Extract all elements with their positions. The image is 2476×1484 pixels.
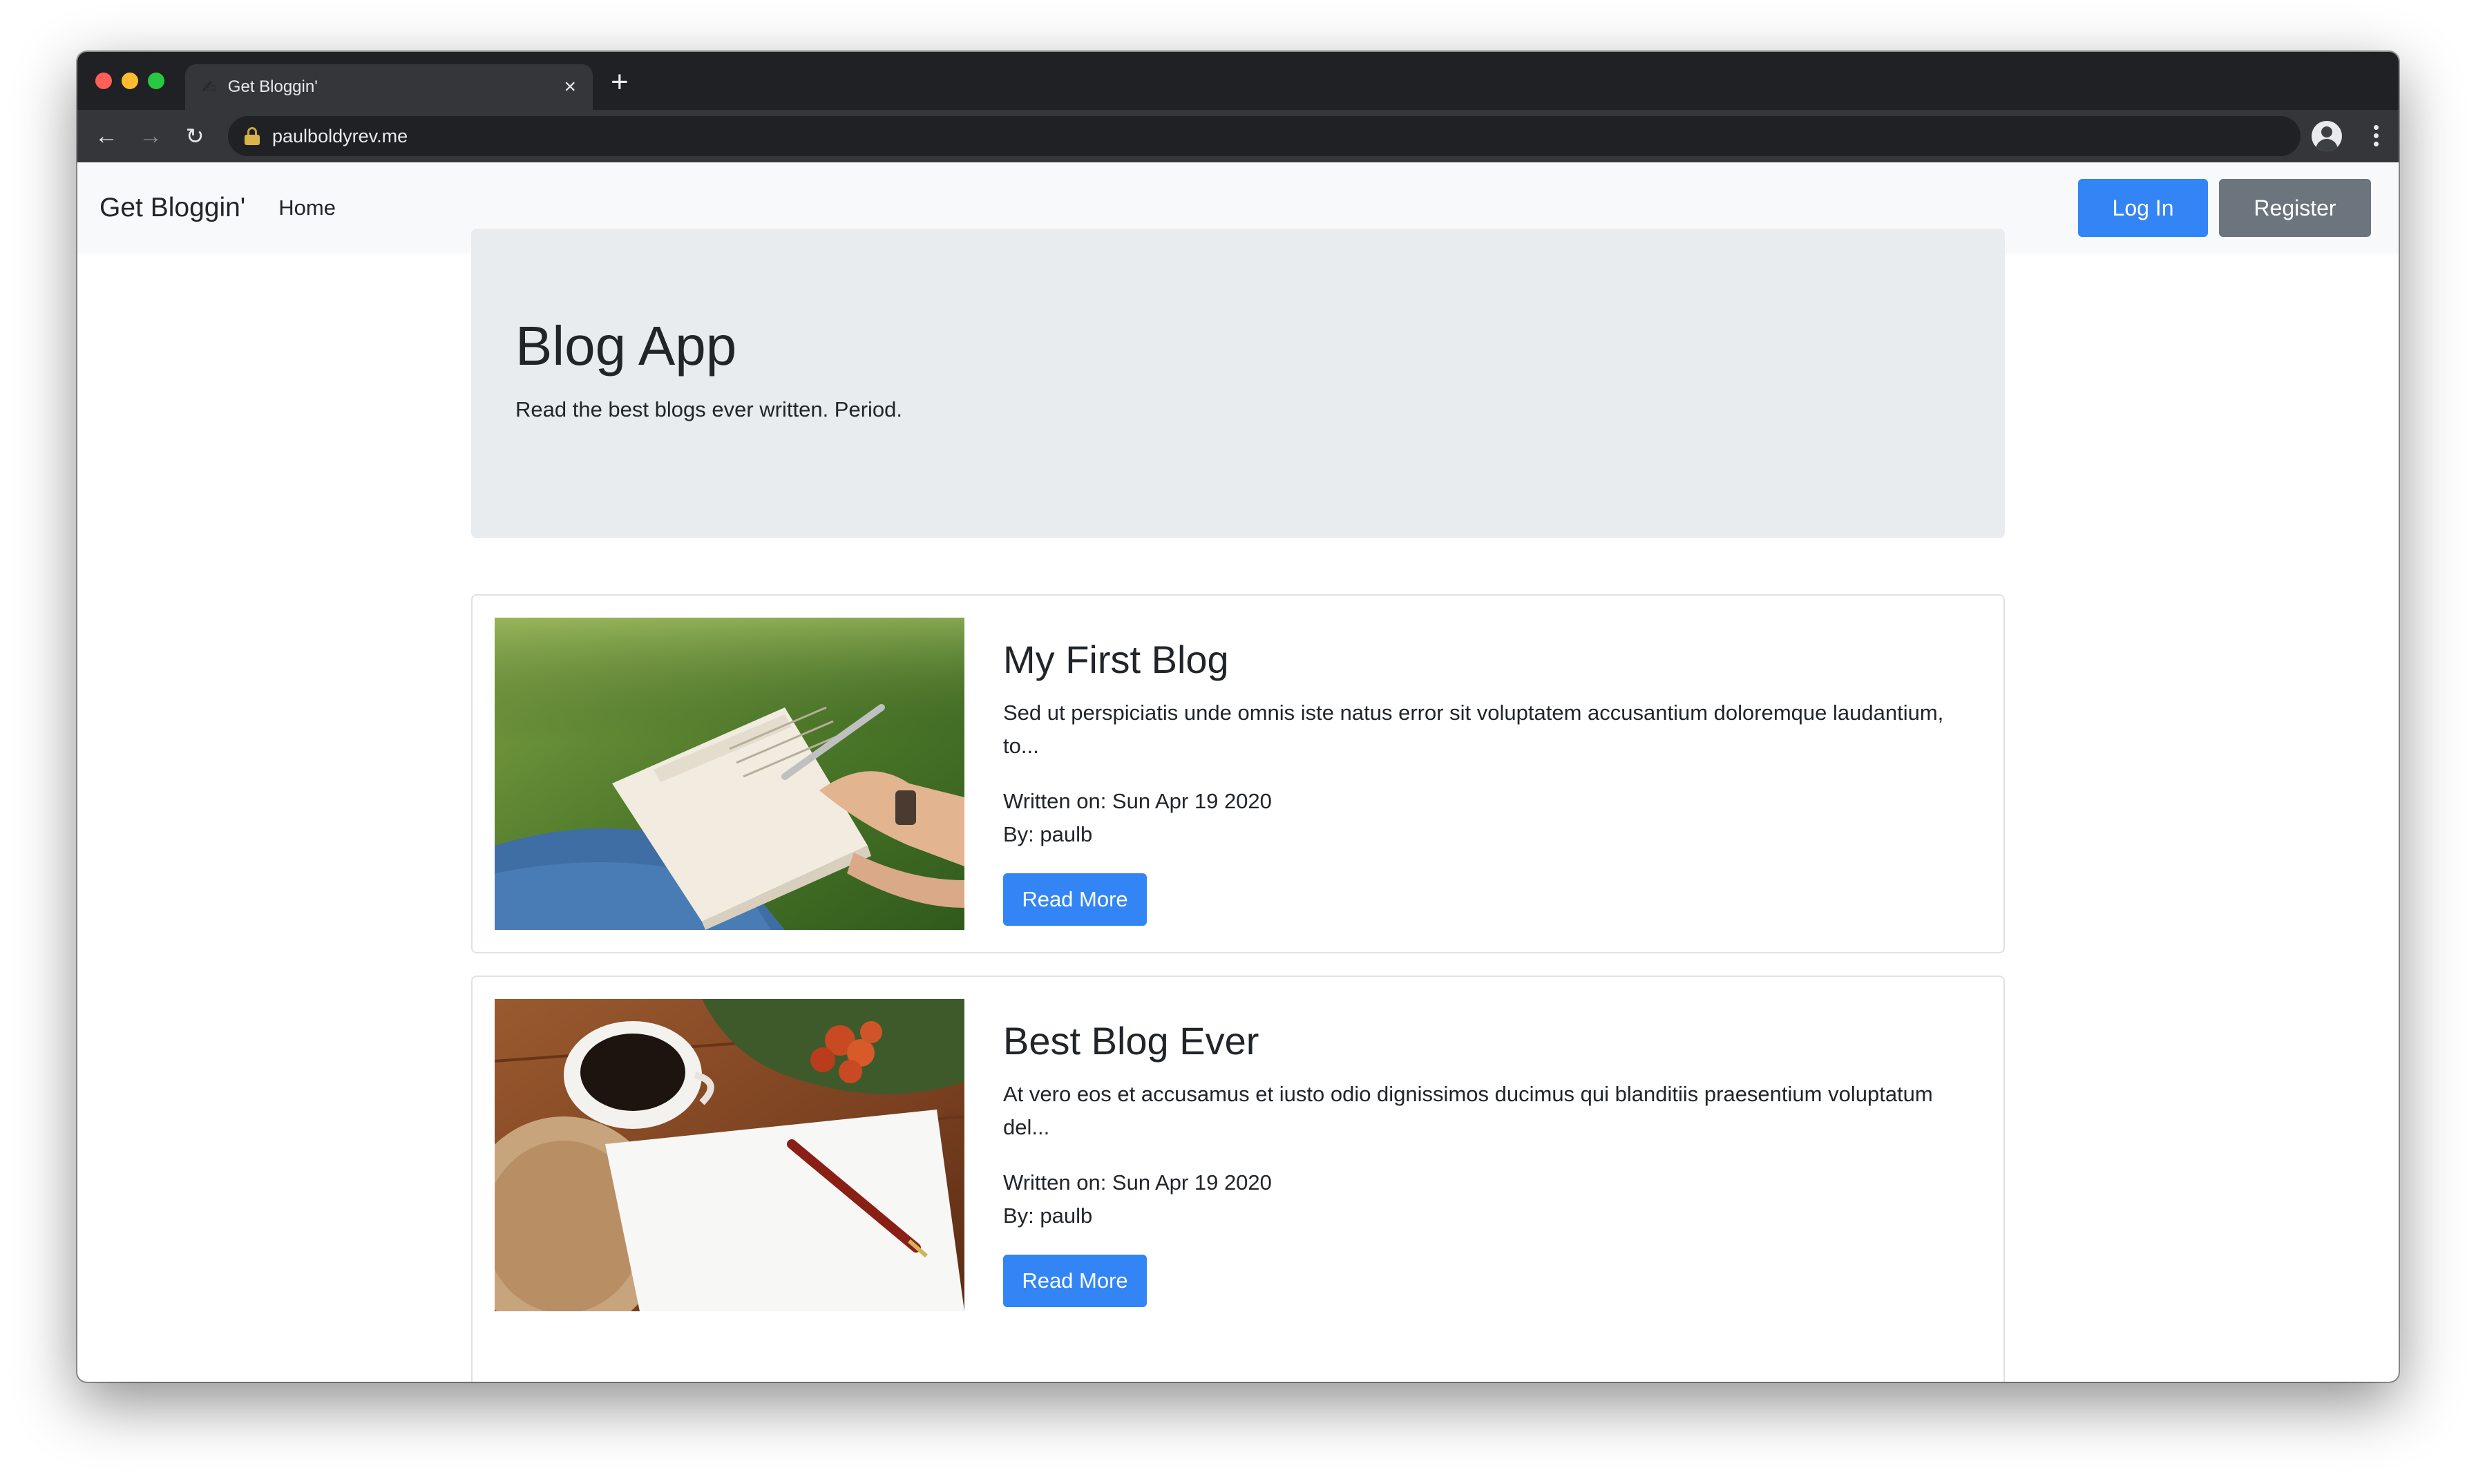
blog-card-body: My First Blog Sed ut perspiciatis unde o… bbox=[1003, 638, 1970, 926]
blog-title[interactable]: My First Blog bbox=[1003, 638, 1970, 681]
lock-icon[interactable] bbox=[245, 127, 260, 145]
blog-date: Written on: Sun Apr 19 2020 bbox=[1003, 788, 1272, 813]
minimize-window-button[interactable] bbox=[122, 73, 138, 89]
blog-thumbnail-notebook bbox=[495, 618, 964, 930]
writing-hand-icon: ✍ bbox=[202, 77, 217, 97]
nav-link-home[interactable]: Home bbox=[278, 196, 336, 220]
browser-toolbar: ← → ↻ paulboldyrev.me bbox=[77, 110, 2399, 162]
jumbotron: Blog App Read the best blogs ever writte… bbox=[471, 229, 2005, 538]
tab-title: Get Bloggin' bbox=[227, 77, 318, 96]
close-window-button[interactable] bbox=[95, 73, 112, 89]
blog-author: By: paulb bbox=[1003, 1203, 1093, 1228]
blog-card: My First Blog Sed ut perspiciatis unde o… bbox=[471, 594, 2005, 953]
kebab-menu-icon[interactable] bbox=[2374, 125, 2379, 150]
navbar-brand[interactable]: Get Bloggin' bbox=[99, 193, 245, 223]
blog-date: Written on: Sun Apr 19 2020 bbox=[1003, 1170, 1272, 1195]
reload-icon[interactable]: ↻ bbox=[180, 121, 210, 151]
blog-title[interactable]: Best Blog Ever bbox=[1003, 1020, 1970, 1063]
browser-tab[interactable]: ✍ Get Bloggin' × bbox=[185, 64, 593, 110]
read-more-button[interactable]: Read More bbox=[1003, 873, 1147, 926]
forward-arrow-icon[interactable]: → bbox=[135, 121, 166, 151]
maximize-window-button[interactable] bbox=[148, 73, 164, 89]
blog-thumbnail-coffee bbox=[495, 999, 964, 1311]
read-more-button[interactable]: Read More bbox=[1003, 1254, 1147, 1307]
blog-card: Best Blog Ever At vero eos et accusamus … bbox=[471, 976, 2005, 1382]
blog-card-body: Best Blog Ever At vero eos et accusamus … bbox=[1003, 1020, 1970, 1307]
browser-chrome: ✍ Get Bloggin' × + ← → ↻ paulboldyrev.me bbox=[77, 52, 2399, 162]
register-button[interactable]: Register bbox=[2219, 179, 2371, 237]
back-arrow-icon[interactable]: ← bbox=[91, 121, 122, 151]
blog-excerpt: Sed ut perspiciatis unde omnis iste natu… bbox=[1003, 700, 1944, 758]
close-icon[interactable]: × bbox=[564, 75, 576, 99]
page-lead: Read the best blogs ever written. Period… bbox=[515, 397, 903, 421]
browser-window: ✍ Get Bloggin' × + ← → ↻ paulboldyrev.me bbox=[77, 52, 2399, 1382]
profile-avatar-icon[interactable] bbox=[2312, 121, 2342, 151]
login-button[interactable]: Log In bbox=[2078, 179, 2208, 237]
blog-author: By: paulb bbox=[1003, 821, 1093, 846]
page-title: Blog App bbox=[515, 315, 737, 377]
address-bar[interactable]: paulboldyrev.me bbox=[228, 116, 2301, 156]
url-text[interactable]: paulboldyrev.me bbox=[272, 126, 408, 147]
plus-icon[interactable]: + bbox=[611, 67, 629, 97]
tab-strip: ✍ Get Bloggin' × + bbox=[77, 52, 2399, 110]
blog-excerpt: At vero eos et accusamus et iusto odio d… bbox=[1003, 1081, 1933, 1139]
